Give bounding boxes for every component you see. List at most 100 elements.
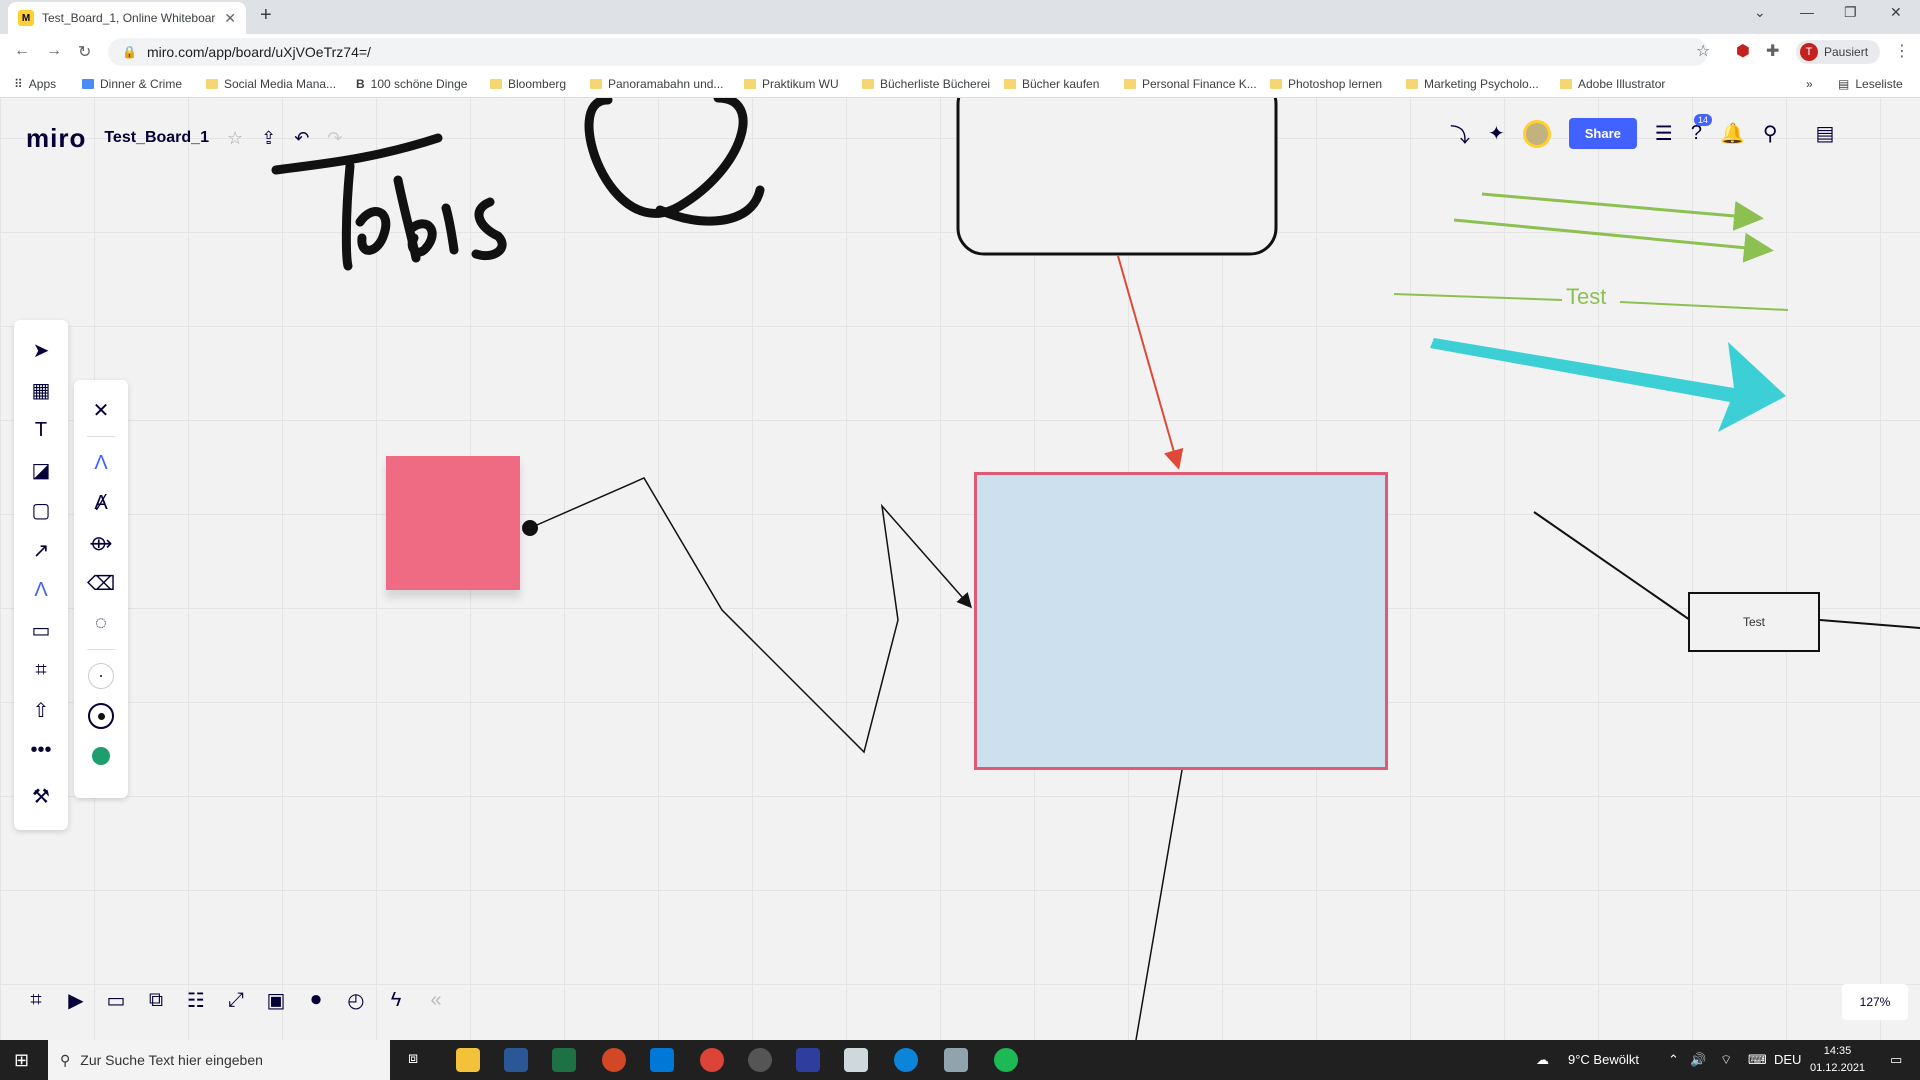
timer-icon[interactable]: ◴ bbox=[344, 988, 368, 1013]
network-icon[interactable]: ⌔ bbox=[1720, 1052, 1732, 1068]
card-list-icon[interactable]: ☷ bbox=[184, 988, 208, 1013]
spotify-icon[interactable] bbox=[994, 1048, 1018, 1072]
celebrate-icon[interactable]: ✦ bbox=[1488, 121, 1505, 146]
extensions-icon[interactable]: ✚ bbox=[1766, 41, 1779, 61]
minimize-icon[interactable]: — bbox=[1800, 4, 1814, 20]
adblock-icon[interactable]: ⬢ bbox=[1736, 41, 1750, 61]
profile-button[interactable]: T Pausiert bbox=[1796, 40, 1880, 64]
bookmark-item[interactable]: Praktikum WU bbox=[744, 77, 839, 91]
sticky-capture-icon[interactable]: ▣ bbox=[264, 988, 288, 1013]
more-tools-icon[interactable]: ••• bbox=[21, 730, 61, 770]
shape-tool-icon[interactable]: ▢ bbox=[21, 490, 61, 530]
bookmark-item[interactable]: Photoshop lernen bbox=[1270, 77, 1382, 91]
pen-icon[interactable]: Ʌ bbox=[81, 443, 121, 483]
taskbar-search[interactable]: ⚲ Zur Suche Text hier eingeben bbox=[48, 1040, 390, 1080]
tray-chevron-icon[interactable]: ⌃ bbox=[1668, 1052, 1679, 1068]
highlighter-icon[interactable]: Ⱥ bbox=[81, 483, 121, 523]
zigzag-connector-arrow[interactable] bbox=[529, 477, 972, 754]
share-button[interactable]: Share bbox=[1568, 118, 1637, 149]
bookmark-item[interactable]: Bücherliste Bücherei bbox=[862, 77, 990, 91]
input-language[interactable]: DEU bbox=[1774, 1052, 1801, 1067]
taskbar-clock[interactable]: 14:35 01.12.2021 bbox=[1810, 1043, 1865, 1077]
mail-icon[interactable] bbox=[650, 1048, 674, 1072]
comment-tool-icon[interactable]: ▭ bbox=[21, 610, 61, 650]
browser-menu-icon[interactable]: ⋮ bbox=[1894, 41, 1910, 61]
bookmark-item[interactable]: Personal Finance K... bbox=[1124, 77, 1257, 91]
comments-icon[interactable]: ▭ bbox=[104, 988, 128, 1013]
notifications-icon[interactable]: ▭ bbox=[1890, 1052, 1902, 1068]
collaborator-avatar[interactable] bbox=[1522, 119, 1551, 148]
app-icon[interactable] bbox=[844, 1048, 868, 1072]
upload-icon[interactable]: ⇧ bbox=[21, 690, 61, 730]
miro-logo[interactable]: miro bbox=[26, 123, 86, 154]
red-connector-arrow[interactable] bbox=[1117, 255, 1184, 470]
close-icon[interactable]: ✕ bbox=[81, 390, 121, 430]
green-color-option[interactable] bbox=[88, 743, 114, 769]
more-bookmarks-icon[interactable]: » bbox=[1806, 77, 1813, 91]
medium-stroke-option[interactable] bbox=[88, 703, 114, 729]
powerpoint-icon[interactable] bbox=[602, 1048, 626, 1072]
connector-start-dot[interactable] bbox=[522, 520, 538, 536]
test-box-shape[interactable]: Test bbox=[1688, 592, 1820, 652]
export-board-icon[interactable]: ⤢ bbox=[224, 989, 248, 1012]
sticky-note-tool-icon[interactable]: ◪ bbox=[21, 450, 61, 490]
frame-tool-icon[interactable]: ⌗ bbox=[21, 650, 61, 690]
templates-icon[interactable]: ▦ bbox=[21, 370, 61, 410]
close-tab-icon[interactable]: ✕ bbox=[224, 10, 236, 27]
settings-sliders-icon[interactable]: ☰ bbox=[1655, 121, 1673, 146]
bookmark-item[interactable]: Bloomberg bbox=[490, 77, 566, 91]
green-labeled-line-left[interactable] bbox=[1393, 293, 1563, 301]
star-icon[interactable]: ☆ bbox=[227, 128, 243, 149]
weather-text[interactable]: 9°C Bewölkt bbox=[1568, 1052, 1639, 1067]
bookmark-star-icon[interactable]: ☆ bbox=[1696, 41, 1710, 61]
maximize-icon[interactable]: ❐ bbox=[1844, 4, 1857, 21]
obs-icon[interactable] bbox=[748, 1048, 772, 1072]
bookmark-item[interactable]: Marketing Psycholo... bbox=[1406, 77, 1539, 91]
excel-icon[interactable] bbox=[552, 1048, 576, 1072]
export-icon[interactable]: ⇪ bbox=[261, 128, 276, 149]
rounded-rectangle-shape[interactable] bbox=[956, 98, 1278, 256]
green-labeled-line-right[interactable] bbox=[1619, 301, 1789, 311]
notes-panel-icon[interactable]: ▤ bbox=[1816, 121, 1835, 146]
volume-icon[interactable]: 🔊 bbox=[1690, 1052, 1706, 1068]
app-icon[interactable] bbox=[944, 1048, 968, 1072]
video-call-icon[interactable]: ⏺ bbox=[304, 989, 328, 1012]
chrome-icon[interactable] bbox=[700, 1048, 724, 1072]
screen-share-icon[interactable]: ⧉ bbox=[144, 989, 168, 1012]
cyan-block-arrow[interactable] bbox=[1430, 338, 1786, 432]
apps-plugin-icon[interactable]: ⚒ bbox=[21, 776, 61, 816]
search-icon[interactable]: ⚲ bbox=[1763, 121, 1778, 146]
bottom-connector-line[interactable] bbox=[1135, 769, 1183, 1040]
right-connector-line[interactable] bbox=[1819, 619, 1920, 629]
select-tool-icon[interactable]: ➤ bbox=[21, 330, 61, 370]
reading-list[interactable]: ▤ Leseliste bbox=[1838, 77, 1903, 91]
collapse-icon[interactable]: « bbox=[424, 989, 448, 1012]
green-arrow[interactable] bbox=[1481, 192, 1764, 231]
bookmark-item[interactable]: Adobe Illustrator bbox=[1560, 77, 1665, 91]
back-icon[interactable]: ← bbox=[14, 42, 30, 60]
thin-stroke-option[interactable] bbox=[88, 663, 114, 689]
smart-drawing-icon[interactable]: ⟴ bbox=[81, 523, 121, 563]
edge-icon[interactable] bbox=[894, 1048, 918, 1072]
browser-tab[interactable]: M Test_Board_1, Online Whiteboard ✕ bbox=[8, 2, 246, 34]
presentation-icon[interactable]: ▶ bbox=[64, 988, 88, 1013]
lasso-icon[interactable]: ◌ bbox=[81, 603, 121, 643]
text-tool-icon[interactable]: T bbox=[21, 410, 61, 450]
bookmark-item[interactable]: Bücher kaufen bbox=[1004, 77, 1099, 91]
pen-tool-icon[interactable]: Ʌ bbox=[21, 570, 61, 610]
keyboard-icon[interactable]: ⌨ bbox=[1748, 1052, 1767, 1068]
windows-start-icon[interactable]: ⊞ bbox=[14, 1050, 29, 1071]
url-field[interactable]: 🔒 miro.com/app/board/uXjVOeTrz74=/ bbox=[108, 38, 1708, 66]
bookmark-item[interactable]: B 100 schöne Dinge bbox=[356, 77, 467, 91]
bell-icon[interactable]: 🔔 bbox=[1720, 121, 1745, 146]
diagonal-line[interactable] bbox=[1533, 511, 1691, 621]
task-view-icon[interactable]: ⧈ bbox=[408, 1050, 418, 1068]
forward-icon[interactable]: → bbox=[46, 42, 62, 60]
eraser-icon[interactable]: ⌫ bbox=[81, 563, 121, 603]
sticky-note[interactable] bbox=[386, 456, 520, 590]
zoom-level[interactable]: 127% bbox=[1842, 984, 1908, 1020]
bookmark-item[interactable]: Panoramabahn und... bbox=[590, 77, 723, 91]
file-explorer-icon[interactable] bbox=[456, 1048, 480, 1072]
app-icon[interactable] bbox=[796, 1048, 820, 1072]
green-line-label[interactable]: Test bbox=[1566, 284, 1606, 310]
